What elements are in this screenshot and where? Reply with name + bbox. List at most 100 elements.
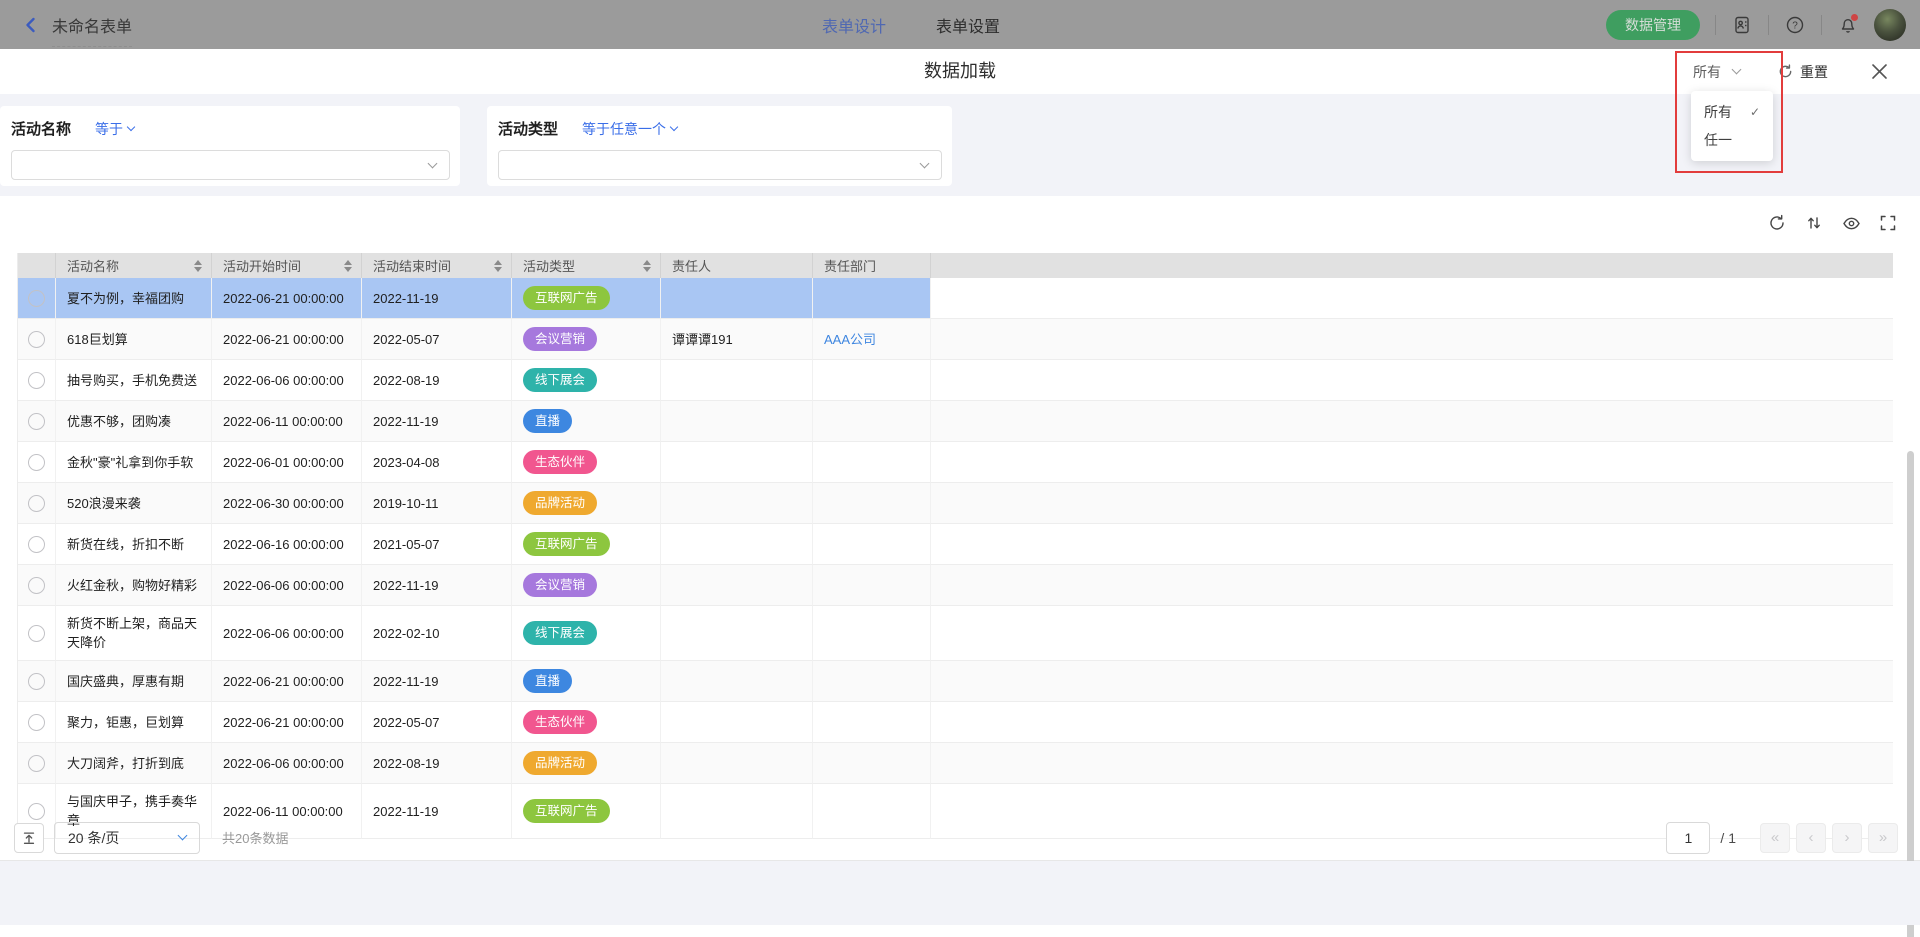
table-row[interactable]: 新货在线，折扣不断2022-06-16 00:00:002021-05-07互联… — [18, 524, 1893, 565]
person-cell — [661, 401, 813, 442]
radio-button[interactable] — [28, 536, 45, 553]
activity-type-select[interactable] — [498, 150, 942, 180]
menu-item-all[interactable]: 所有 ✓ — [1691, 98, 1773, 126]
radio-button[interactable] — [28, 495, 45, 512]
chevron-down-icon — [670, 122, 678, 130]
sort-arrows-icon[interactable] — [194, 260, 202, 272]
back-icon[interactable] — [20, 14, 42, 36]
close-icon[interactable] — [1870, 49, 1889, 94]
radio-button[interactable] — [28, 454, 45, 471]
filler-cell — [931, 606, 1893, 661]
tab-form-design[interactable]: 表单设计 — [822, 13, 886, 37]
table-row[interactable]: 夏不为例，幸福团购2022-06-21 00:00:002022-11-19互联… — [18, 278, 1893, 319]
menu-item-any[interactable]: 任一 — [1691, 126, 1773, 154]
data-manage-button[interactable]: 数据管理 — [1606, 10, 1700, 40]
activity-name-select[interactable] — [11, 150, 450, 180]
radio-cell[interactable] — [18, 483, 56, 524]
radio-cell[interactable] — [18, 661, 56, 702]
radio-cell[interactable] — [18, 743, 56, 784]
match-mode-dropdown[interactable]: 所有 — [1693, 49, 1740, 94]
end-time-cell: 2022-08-19 — [362, 743, 512, 784]
header-cell[interactable]: 活动结束时间 — [362, 253, 512, 278]
prev-page-button[interactable]: ‹ — [1796, 823, 1826, 853]
first-page-button[interactable]: « — [1760, 823, 1790, 853]
radio-cell[interactable] — [18, 278, 56, 319]
help-icon[interactable]: ? — [1784, 14, 1806, 36]
radio-cell[interactable] — [18, 319, 56, 360]
sort-arrows-icon[interactable] — [643, 260, 651, 272]
start-time-cell: 2022-06-21 00:00:00 — [212, 319, 362, 360]
activity-type-cell: 会议营销 — [512, 319, 661, 360]
filler-cell — [931, 743, 1893, 784]
department-link[interactable]: AAA公司 — [824, 330, 876, 349]
modal-background — [0, 861, 1920, 925]
table-row[interactable]: 520浪漫来袭2022-06-30 00:00:002019-10-11品牌活动 — [18, 483, 1893, 524]
radio-button[interactable] — [28, 673, 45, 690]
radio-cell[interactable] — [18, 524, 56, 565]
sort-icon[interactable] — [1804, 213, 1824, 233]
radio-button[interactable] — [28, 413, 45, 430]
table-row[interactable]: 金秋"豪"礼拿到你手软2022-06-01 00:00:002023-04-08… — [18, 442, 1893, 483]
check-icon: ✓ — [1750, 105, 1760, 119]
divider — [1768, 15, 1769, 35]
radio-button[interactable] — [28, 625, 45, 642]
header-cell[interactable]: 责任人 — [661, 253, 813, 278]
department-cell[interactable]: AAA公司 — [813, 319, 931, 360]
radio-button[interactable] — [28, 714, 45, 731]
radio-button[interactable] — [28, 755, 45, 772]
page-size-select[interactable]: 20 条/页 — [54, 822, 200, 854]
table-row[interactable]: 抽号购买，手机免费送2022-06-06 00:00:002022-08-19线… — [18, 360, 1893, 401]
radio-cell[interactable] — [18, 702, 56, 743]
person-cell — [661, 565, 813, 606]
start-time-cell: 2022-06-16 00:00:00 — [212, 524, 362, 565]
activity-name-cell: 金秋"豪"礼拿到你手软 — [56, 442, 212, 483]
department-cell — [813, 442, 931, 483]
tab-form-settings[interactable]: 表单设置 — [936, 13, 1000, 37]
last-page-button[interactable]: » — [1868, 823, 1898, 853]
operator-dropdown[interactable]: 等于任意一个 — [582, 119, 677, 139]
radio-cell[interactable] — [18, 360, 56, 401]
activity-type-tag: 品牌活动 — [523, 751, 597, 775]
table-row[interactable]: 大刀阔斧，打折到底2022-06-06 00:00:002022-08-19品牌… — [18, 743, 1893, 784]
form-title[interactable]: 未命名表单 — [52, 13, 132, 47]
page-number-input[interactable] — [1666, 822, 1710, 854]
operator-dropdown[interactable]: 等于 — [95, 119, 134, 139]
forms-list-icon[interactable] — [1731, 14, 1753, 36]
radio-button[interactable] — [28, 331, 45, 348]
header-cell[interactable]: 责任部门 — [813, 253, 931, 278]
scroll-top-icon[interactable] — [14, 823, 44, 853]
start-time-cell: 2022-06-21 00:00:00 — [212, 702, 362, 743]
filter-card-activity-name: 活动名称 等于 — [0, 106, 460, 186]
radio-cell[interactable] — [18, 606, 56, 661]
eye-icon[interactable] — [1841, 213, 1861, 233]
radio-button[interactable] — [28, 577, 45, 594]
person-cell — [661, 661, 813, 702]
table-row[interactable]: 火红金秋，购物好精彩2022-06-06 00:00:002022-11-19会… — [18, 565, 1893, 606]
table-row[interactable]: 618巨划算2022-06-21 00:00:002022-05-07会议营销谭… — [18, 319, 1893, 360]
filter-label: 活动名称 — [11, 118, 71, 139]
sort-arrows-icon[interactable] — [344, 260, 352, 272]
table-row[interactable]: 新货不断上架，商品天天降价2022-06-06 00:00:002022-02-… — [18, 606, 1893, 661]
radio-button[interactable] — [28, 290, 45, 307]
header-cell[interactable]: 活动类型 — [512, 253, 661, 278]
next-page-button[interactable]: › — [1832, 823, 1862, 853]
fullscreen-icon[interactable] — [1878, 213, 1898, 233]
radio-button[interactable] — [28, 372, 45, 389]
notification-bell-icon[interactable] — [1837, 14, 1859, 36]
activity-name-cell: 火红金秋，购物好精彩 — [56, 565, 212, 606]
activity-name-cell: 国庆盛典，厚惠有期 — [56, 661, 212, 702]
table-row[interactable]: 聚力，钜惠，巨划算2022-06-21 00:00:002022-05-07生态… — [18, 702, 1893, 743]
table-row[interactable]: 优惠不够，团购凑2022-06-11 00:00:002022-11-19直播 — [18, 401, 1893, 442]
radio-cell[interactable] — [18, 401, 56, 442]
avatar[interactable] — [1874, 9, 1906, 41]
app-canvas: 未命名表单 表单设计 表单设置 数据管理 ? — [0, 0, 1920, 937]
header-cell[interactable]: 活动开始时间 — [212, 253, 362, 278]
refresh-icon[interactable] — [1767, 213, 1787, 233]
radio-cell[interactable] — [18, 442, 56, 483]
header-cell[interactable]: 活动名称 — [56, 253, 212, 278]
modal-header: 数据加载 所有 重置 — [0, 49, 1920, 94]
table-row[interactable]: 国庆盛典，厚惠有期2022-06-21 00:00:002022-11-19直播 — [18, 661, 1893, 702]
radio-cell[interactable] — [18, 565, 56, 606]
sort-arrows-icon[interactable] — [494, 260, 502, 272]
reset-button[interactable]: 重置 — [1778, 49, 1828, 94]
